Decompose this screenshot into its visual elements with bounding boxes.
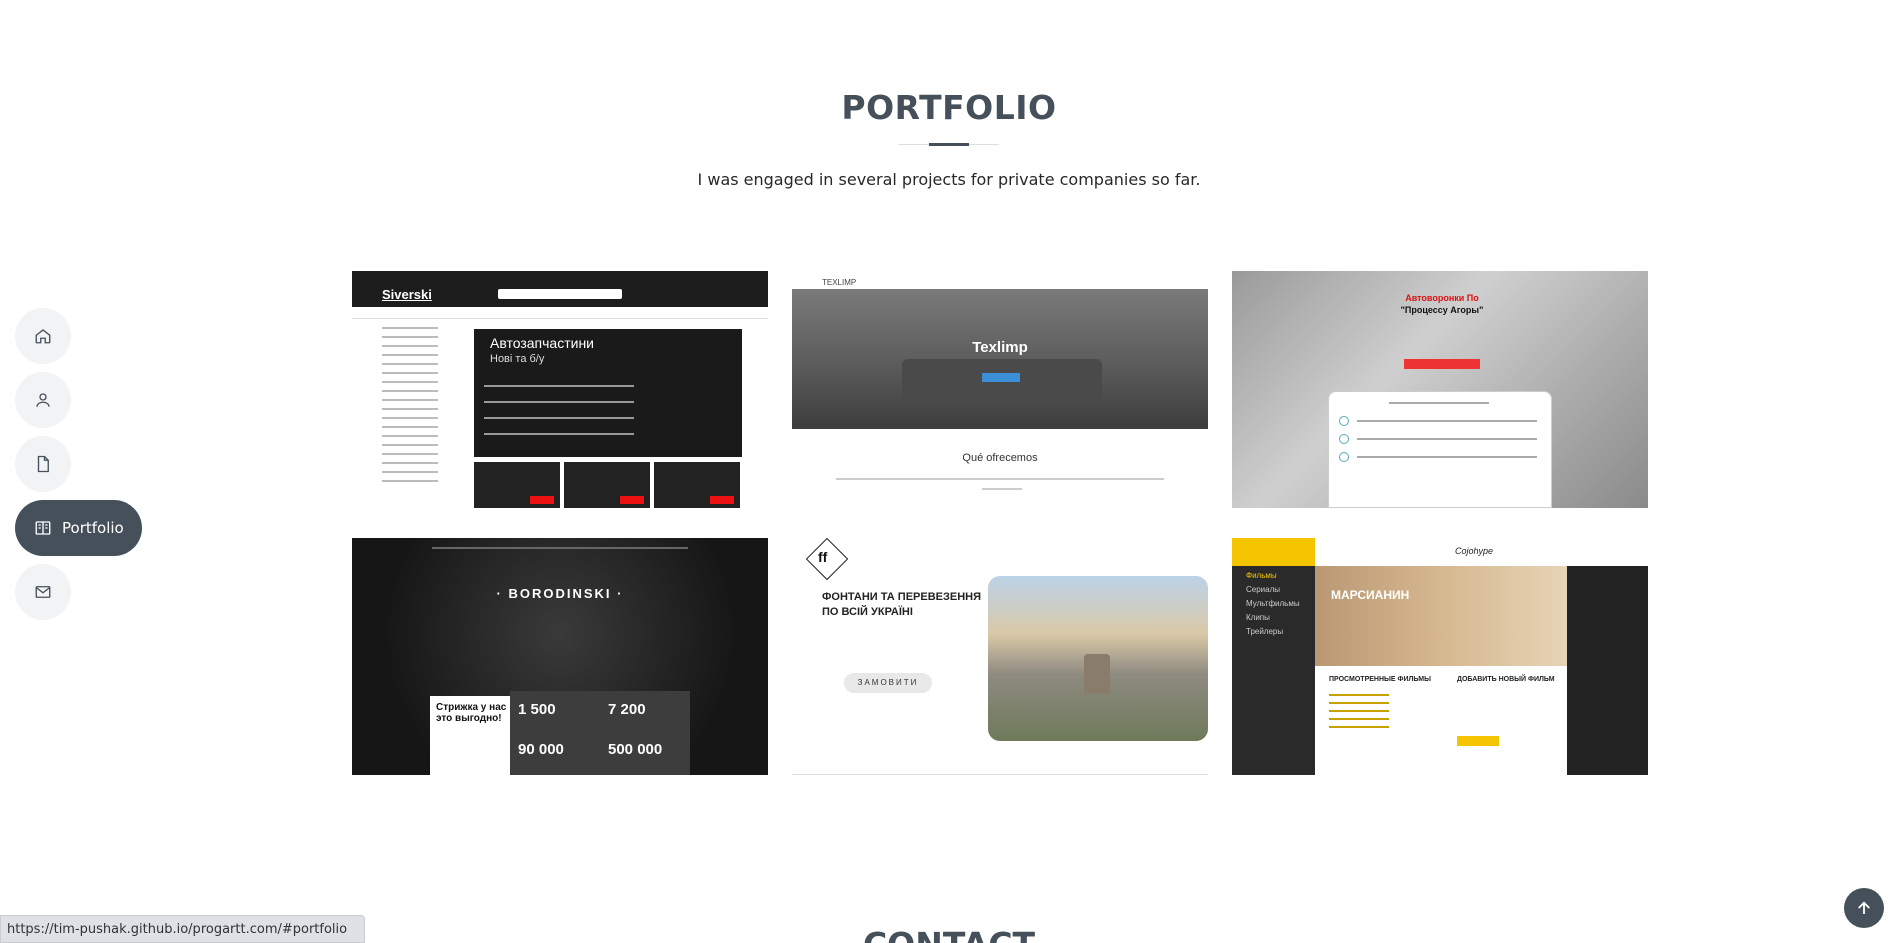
search-bar [1232, 538, 1315, 566]
site-brand: TEXLIMP [822, 278, 857, 287]
stat-value: 90 000 [518, 741, 564, 758]
product-card [564, 462, 650, 508]
site-header: Cojohype [1315, 538, 1648, 566]
banner-subtitle: Нові та б/у [490, 353, 545, 365]
banner-title: Автозапчастини [490, 335, 595, 351]
site-sidebar [382, 327, 462, 489]
title-divider-accent [929, 143, 969, 146]
hero-button [982, 373, 1020, 382]
stat-value: 1 500 [518, 701, 556, 718]
portfolio-item-borodinski[interactable]: · BORODINSKI · Стрижка у нас это выгодно… [352, 538, 768, 775]
user-icon [36, 393, 50, 407]
arrow-up-icon [1858, 901, 1870, 914]
stats-panel: 1 500 7 200 90 000 500 000 [510, 691, 690, 775]
site-menu [432, 547, 688, 549]
book-icon [35, 521, 51, 535]
site-sidebar: Фильмы Сериалы Мультфильмы Клипы Трейлер… [1232, 566, 1315, 775]
portfolio-item-texlimp[interactable]: TEXLIMP Texlimp Qué ofrecemos [792, 271, 1208, 508]
column-heading: ПРОСМОТРЕННЫЕ ФИЛЬМЫ [1329, 676, 1431, 683]
site-logo: ff [818, 549, 828, 565]
hero-title: МАРСИАНИН [1331, 588, 1410, 602]
site-body: ПРОСМОТРЕННЫЕ ФИЛЬМЫ ДОБАВИТЬ НОВЫЙ ФИЛЬ… [1315, 666, 1567, 775]
stat-value: 500 000 [608, 741, 663, 758]
nav-about[interactable] [15, 372, 71, 428]
feature-box [1328, 391, 1552, 508]
text-line [982, 488, 1022, 490]
promo-text: Стрижка у нас это выгодно! [436, 702, 507, 724]
nav-home[interactable] [15, 308, 71, 364]
section-heading: Qué ofrecemos [962, 452, 1038, 464]
file-icon [37, 455, 49, 473]
section-title: PORTFOLIO [841, 88, 1057, 127]
portfolio-item-marsianin[interactable]: Фильмы Сериалы Мультфильмы Клипы Трейлер… [1232, 538, 1648, 775]
status-bar-url: https://tim-pushak.github.io/progartt.co… [0, 915, 365, 943]
portfolio-item-siverski[interactable]: Siverski Автозапчастини Нові та б/у [352, 271, 768, 508]
hero-title: Texlimp [972, 339, 1028, 356]
site-logo: Siverski [382, 287, 432, 302]
nav-portfolio[interactable]: Portfolio [15, 500, 142, 556]
site-heading: "Процессу Агоры" [1400, 305, 1484, 315]
text-line [836, 478, 1164, 480]
site-hero [792, 289, 1208, 429]
nav-portfolio-label: Portfolio [62, 519, 124, 537]
envelope-icon [35, 586, 51, 598]
site-search [498, 289, 622, 299]
home-icon [35, 329, 51, 344]
site-headline: ФОНТАНИ ТА ПЕРЕВЕЗЕННЯ ПО ВСІЙ УКРАЇНІ [822, 591, 982, 618]
back-to-top-button[interactable] [1844, 888, 1884, 928]
section-subtitle: I was engaged in several projects for pr… [697, 170, 1201, 189]
site-logo: · BORODINSKI · [496, 586, 624, 601]
product-card [474, 462, 560, 508]
portfolio-item-fontany[interactable]: ff ФОНТАНИ ТА ПЕРЕВЕЗЕННЯ ПО ВСІЙ УКРАЇН… [792, 538, 1208, 775]
product-card [654, 462, 740, 508]
portfolio-item-avtovoronki[interactable]: Автоворонки По "Процессу Агоры" [1232, 271, 1648, 508]
stat-value: 7 200 [608, 701, 646, 718]
nav-resume[interactable] [15, 436, 71, 492]
site-heading-red: Автоворонки По [1405, 293, 1479, 303]
add-button [1457, 736, 1499, 746]
nav-contact[interactable] [15, 564, 71, 620]
order-button: ЗАМОВИТИ [844, 673, 932, 693]
site-hero: МАРСИАНИН [1315, 566, 1567, 666]
column-heading: ДОБАВИТЬ НОВЫЙ ФИЛЬМ [1457, 676, 1555, 683]
fountain-photo [988, 576, 1208, 741]
site-banner: Автозапчастини Нові та б/у [474, 329, 742, 457]
site-brand: Cojohype [1455, 546, 1494, 556]
cta-button [1404, 359, 1480, 369]
site-menu [352, 307, 768, 319]
promo-box: Стрижка у нас это выгодно! [430, 696, 510, 775]
